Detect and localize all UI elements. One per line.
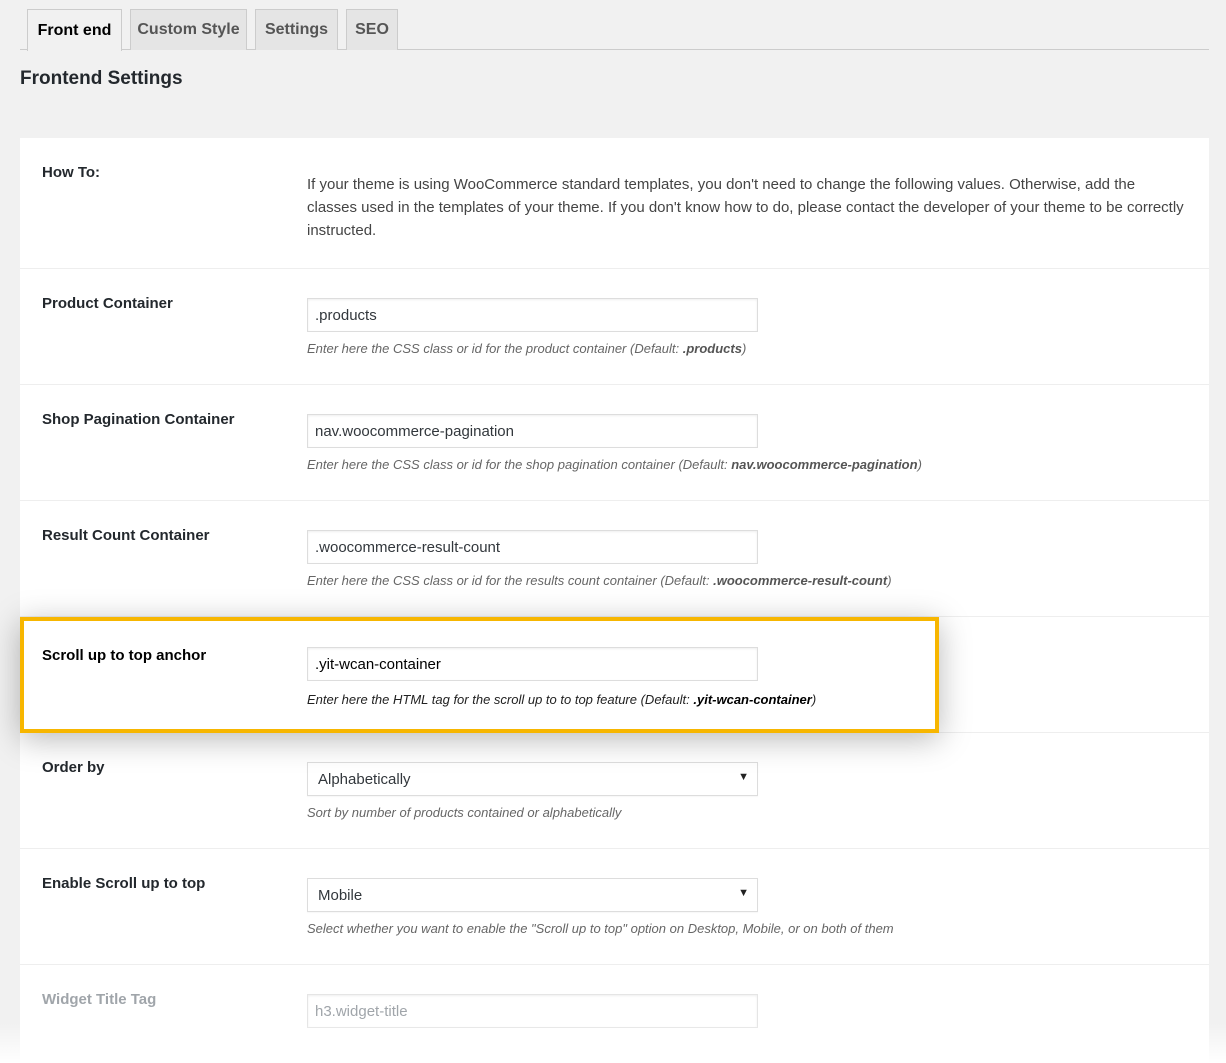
scroll-anchor-highlight: Scroll up to top anchor Enter here the H… bbox=[20, 617, 939, 733]
widget-title-input[interactable] bbox=[307, 994, 758, 1028]
tab-custom-style[interactable]: Custom Style bbox=[130, 9, 247, 50]
pagination-container-input[interactable] bbox=[307, 414, 758, 448]
tab-front-end[interactable]: Front end bbox=[27, 9, 122, 51]
settings-panel: How To: If your theme is using WooCommer… bbox=[20, 138, 1209, 1063]
settings-tabs: Front end Custom Style Settings SEO bbox=[20, 9, 1209, 51]
page-title: Frontend Settings bbox=[20, 68, 183, 89]
enable-scroll-selected: Mobile bbox=[318, 886, 363, 904]
product-container-input[interactable] bbox=[307, 298, 758, 332]
order-by-selected: Alphabetically bbox=[318, 770, 411, 788]
product-container-row: Product Container Enter here the CSS cla… bbox=[20, 269, 1209, 385]
result-count-input[interactable] bbox=[307, 530, 758, 564]
widget-title-row: Widget Title Tag bbox=[20, 965, 1209, 1063]
pagination-container-desc: Enter here the CSS class or id for the s… bbox=[307, 457, 922, 472]
order-by-row: Order by Alphabetically ▼ Sort by number… bbox=[20, 733, 1209, 849]
product-container-desc: Enter here the CSS class or id for the p… bbox=[307, 341, 747, 356]
pagination-container-label: Shop Pagination Container bbox=[42, 411, 235, 428]
scroll-anchor-label: Scroll up to top anchor bbox=[42, 647, 207, 664]
order-by-desc: Sort by number of products contained or … bbox=[307, 805, 622, 820]
pagination-container-row: Shop Pagination Container Enter here the… bbox=[20, 385, 1209, 501]
tab-settings[interactable]: Settings bbox=[255, 9, 338, 50]
scroll-anchor-desc: Enter here the HTML tag for the scroll u… bbox=[307, 692, 817, 707]
order-by-select[interactable]: Alphabetically ▼ bbox=[307, 762, 758, 796]
enable-scroll-label: Enable Scroll up to top bbox=[42, 875, 206, 892]
result-count-label: Result Count Container bbox=[42, 527, 210, 544]
scroll-anchor-input[interactable] bbox=[307, 647, 758, 681]
enable-scroll-row: Enable Scroll up to top Mobile ▼ Select … bbox=[20, 849, 1209, 965]
enable-scroll-select[interactable]: Mobile ▼ bbox=[307, 878, 758, 912]
howto-text: If your theme is using WooCommerce stand… bbox=[307, 176, 1184, 239]
chevron-down-icon: ▼ bbox=[738, 771, 749, 783]
howto-label: How To: bbox=[42, 164, 101, 181]
result-count-row: Result Count Container Enter here the CS… bbox=[20, 501, 1209, 617]
product-container-label: Product Container bbox=[42, 295, 173, 312]
widget-title-label: Widget Title Tag bbox=[42, 991, 157, 1008]
tab-seo[interactable]: SEO bbox=[346, 9, 398, 50]
enable-scroll-desc: Select whether you want to enable the "S… bbox=[307, 921, 894, 936]
result-count-desc: Enter here the CSS class or id for the r… bbox=[307, 573, 892, 588]
chevron-down-icon: ▼ bbox=[738, 887, 749, 899]
howto-row: How To: If your theme is using WooCommer… bbox=[20, 138, 1209, 269]
order-by-label: Order by bbox=[42, 759, 105, 776]
